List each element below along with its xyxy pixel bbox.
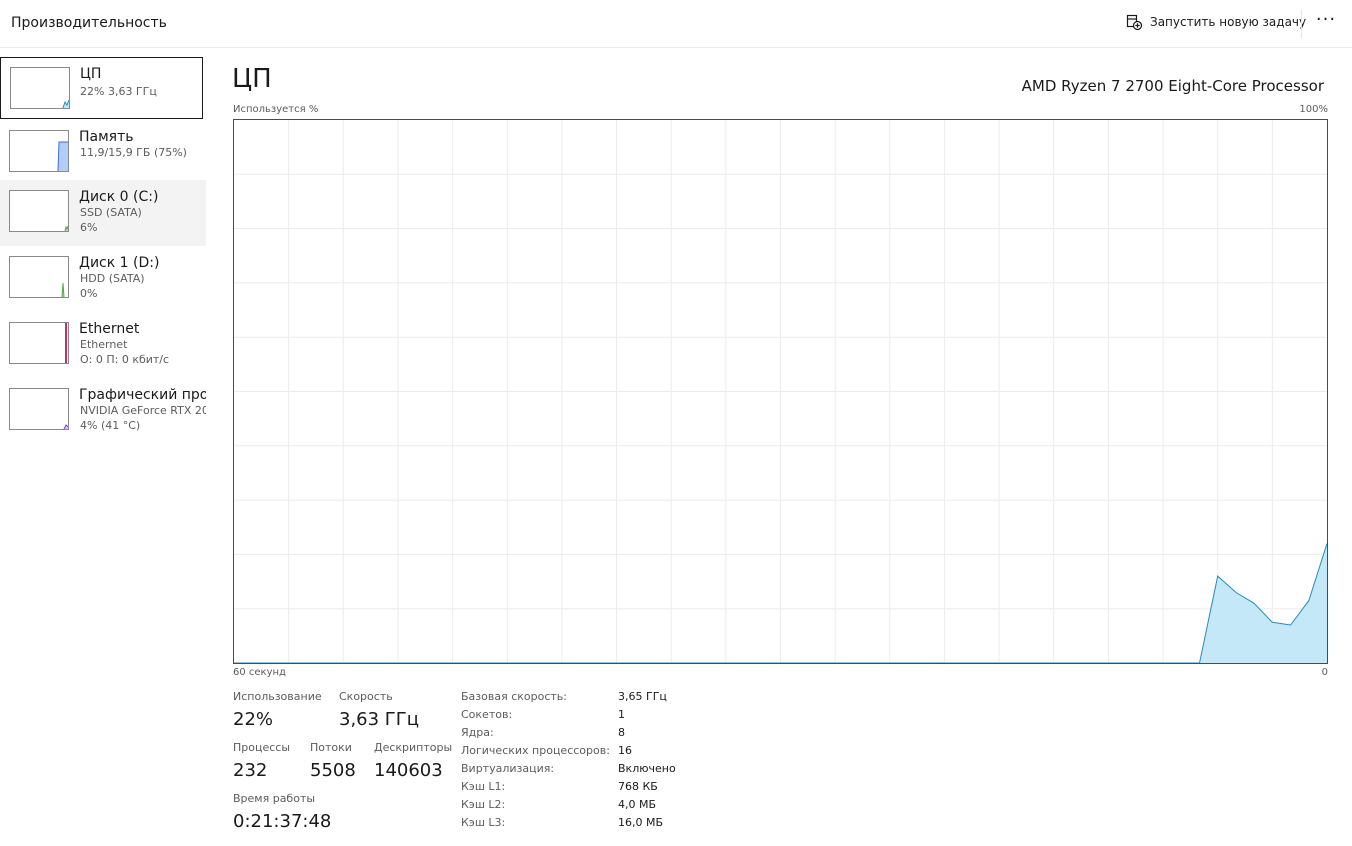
uptime-value: 0:21:37:48 xyxy=(233,811,332,832)
ethernet-thumbnail-graph xyxy=(9,322,69,364)
info-value: 4,0 МБ xyxy=(618,798,657,811)
info-label: Виртуализация: xyxy=(461,762,555,775)
cpu-usage-graph xyxy=(233,119,1328,664)
usage-value: 22% xyxy=(233,709,274,730)
sidebar-item-label: Диск 0 (C:) xyxy=(79,189,159,205)
sidebar-item-memory[interactable]: Память 11,9/15,9 ГБ (75%) xyxy=(0,120,206,184)
sidebar-item-usage: 4% (41 °C) xyxy=(80,419,141,432)
sidebar-item-detail: 22% 3,63 ГГц xyxy=(80,85,157,98)
sidebar-item-label: Память xyxy=(79,129,134,145)
speed-value: 3,63 ГГц xyxy=(339,709,420,730)
sidebar-item-label: Графический про xyxy=(79,387,206,403)
sidebar-item-detail: NVIDIA GeForce RTX 207 xyxy=(80,404,206,417)
info-label: Кэш L1: xyxy=(461,780,506,793)
cpu-thumbnail-graph xyxy=(10,67,70,109)
header-bar: Производительность Запустить новую задач… xyxy=(0,0,1352,48)
sidebar-item-disk-1[interactable]: Диск 1 (D:) HDD (SATA) 0% xyxy=(0,246,206,312)
gpu-thumbnail-graph xyxy=(9,388,69,430)
sidebar-item-detail: 11,9/15,9 ГБ (75%) xyxy=(80,146,187,159)
page-title: Производительность xyxy=(11,15,167,31)
info-value: 8 xyxy=(618,726,625,739)
sidebar-item-ethernet[interactable]: Ethernet Ethernet О: 0 П: 0 кбит/с xyxy=(0,312,206,378)
run-new-task-button[interactable]: Запустить новую задачу xyxy=(1126,14,1306,30)
usage-label: Использование xyxy=(233,690,322,703)
graph-y-label: Используется % xyxy=(233,104,319,115)
cpu-usage-chart xyxy=(234,120,1327,663)
sidebar-item-disk-0[interactable]: Диск 0 (C:) SSD (SATA) 6% xyxy=(0,180,206,246)
graph-x-end-label: 0 xyxy=(1321,667,1328,678)
processes-value: 232 xyxy=(233,760,268,781)
sidebar-item-detail: SSD (SATA) xyxy=(80,206,142,219)
more-options-button[interactable]: ··· xyxy=(1312,11,1340,36)
header-divider xyxy=(1301,10,1302,38)
info-label: Ядра: xyxy=(461,726,494,739)
run-new-task-label: Запустить новую задачу xyxy=(1150,15,1307,29)
sidebar-item-detail: Ethernet xyxy=(80,338,128,351)
memory-thumbnail-graph xyxy=(9,130,69,172)
info-value: Включено xyxy=(618,762,676,775)
chart-grid xyxy=(234,120,1327,663)
sidebar-item-throughput: О: 0 П: 0 кбит/с xyxy=(80,353,170,366)
info-label: Кэш L2: xyxy=(461,798,506,811)
info-value: 16,0 МБ xyxy=(618,816,664,829)
info-label: Кэш L3: xyxy=(461,816,506,829)
graph-y-max-label: 100% xyxy=(1299,104,1328,115)
info-value: 1 xyxy=(618,708,625,721)
info-value: 768 КБ xyxy=(618,780,658,793)
threads-label: Потоки xyxy=(310,741,352,754)
speed-label: Скорость xyxy=(339,690,393,703)
sidebar-item-usage: 0% xyxy=(80,287,98,300)
sidebar-item-usage: 6% xyxy=(80,221,98,234)
processor-name: AMD Ryzen 7 2700 Eight-Core Processor xyxy=(1021,77,1324,95)
sidebar-item-label: ЦП xyxy=(80,66,102,82)
handles-value: 140603 xyxy=(374,760,443,781)
info-label: Логических процессоров: xyxy=(461,744,610,757)
uptime-label: Время работы xyxy=(233,792,316,805)
graph-x-start-label: 60 секунд xyxy=(233,667,286,678)
disk-1-thumbnail-graph xyxy=(9,256,69,298)
disk-0-thumbnail-graph xyxy=(9,190,69,232)
info-label: Базовая скорость: xyxy=(461,690,567,703)
info-label: Сокетов: xyxy=(461,708,513,721)
new-task-icon xyxy=(1126,14,1142,30)
sidebar-item-label: Ethernet xyxy=(79,321,140,337)
cpu-title: ЦП xyxy=(232,64,272,94)
sidebar-item-gpu[interactable]: Графический про NVIDIA GeForce RTX 207 4… xyxy=(0,378,206,444)
processes-label: Процессы xyxy=(233,741,291,754)
info-value: 3,65 ГГц xyxy=(618,690,667,703)
info-value: 16 xyxy=(618,744,632,757)
sidebar-item-detail: HDD (SATA) xyxy=(80,272,145,285)
handles-label: Дескрипторы xyxy=(374,741,453,754)
sidebar-item-cpu[interactable]: ЦП 22% 3,63 ГГц xyxy=(0,57,203,119)
sidebar-item-label: Диск 1 (D:) xyxy=(79,255,160,271)
threads-value: 5508 xyxy=(310,760,356,781)
